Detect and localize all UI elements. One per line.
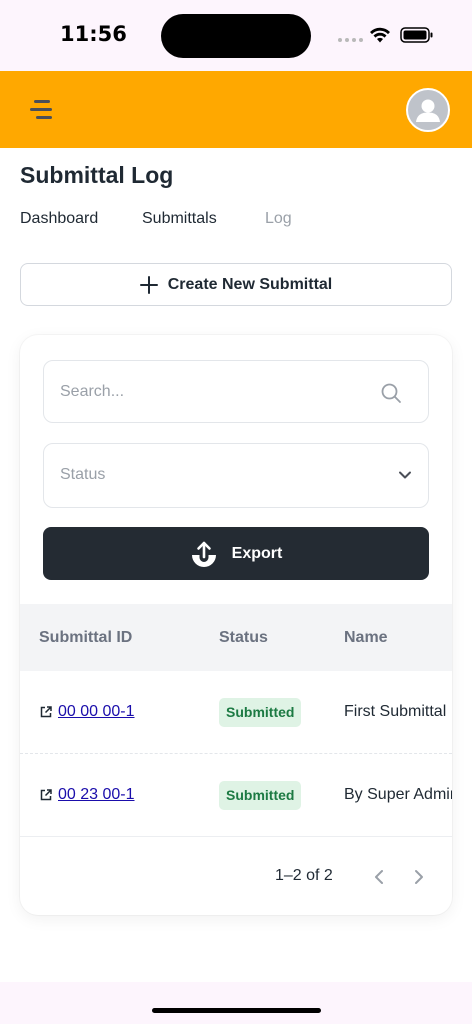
export-button-label: Export <box>231 544 283 562</box>
create-new-submittal-button[interactable]: Create New Submittal <box>20 263 452 306</box>
home-indicator <box>152 1008 321 1013</box>
breadcrumb-submittals[interactable]: Submittals <box>142 210 217 228</box>
chevron-left-icon[interactable] <box>372 869 386 885</box>
column-header-name[interactable]: Name <box>344 629 388 647</box>
pagination-range: 1–2 of 2 <box>275 867 333 884</box>
external-link-icon[interactable] <box>39 788 53 802</box>
search-icon[interactable] <box>380 382 402 404</box>
breadcrumb-log: Log <box>265 210 292 227</box>
status-time: 11:56 <box>60 22 127 46</box>
submittal-id-link[interactable]: 00 23 00-1 <box>58 786 135 804</box>
external-link-icon[interactable] <box>39 705 53 719</box>
chevron-down-icon <box>399 471 411 479</box>
wifi-icon <box>370 27 390 43</box>
chevron-right-icon[interactable] <box>412 869 426 885</box>
main-content: Submittal Log Dashboard Submittals Log C… <box>0 148 472 982</box>
battery-icon <box>400 27 433 43</box>
status-badge: Submitted <box>219 698 302 727</box>
user-avatar-icon[interactable] <box>406 88 450 132</box>
table-row[interactable]: 00 00 00-1 Submitted First Submittal <box>20 671 452 754</box>
signal-icon <box>338 38 363 42</box>
upload-icon <box>191 541 216 567</box>
page-title: Submittal Log <box>20 162 174 188</box>
dynamic-island <box>161 14 311 58</box>
submittal-id-link[interactable]: 00 00 00-1 <box>58 703 135 721</box>
table-row[interactable]: 00 23 00-1 Submitted By Super Admin <box>20 754 452 837</box>
create-button-label: Create New Submittal <box>167 275 333 293</box>
status-select[interactable]: Status <box>43 443 429 508</box>
submittal-name: First Submittal <box>344 703 447 720</box>
pagination: 1–2 of 2 <box>20 842 452 912</box>
status-badge: Submitted <box>219 781 302 810</box>
status-bar: 11:56 <box>0 0 472 71</box>
column-header-status[interactable]: Status <box>219 629 268 647</box>
status-select-placeholder: Status <box>60 466 106 483</box>
export-button[interactable]: Export <box>43 527 429 580</box>
table-header: Submittal ID Status Name <box>20 604 452 671</box>
search-input[interactable] <box>60 379 360 405</box>
submittals-card: Status Export Submittal ID Status Name <box>20 335 452 915</box>
submittals-table: Submittal ID Status Name 00 00 00-1 Subm… <box>20 604 452 837</box>
submittal-name: By Super Admin <box>344 786 452 803</box>
breadcrumb-dashboard[interactable]: Dashboard <box>20 210 98 228</box>
column-header-submittal-id[interactable]: Submittal ID <box>39 629 132 647</box>
menu-icon[interactable] <box>30 99 56 121</box>
app-header <box>0 71 472 148</box>
search-box <box>43 360 429 423</box>
plus-icon <box>139 275 158 294</box>
